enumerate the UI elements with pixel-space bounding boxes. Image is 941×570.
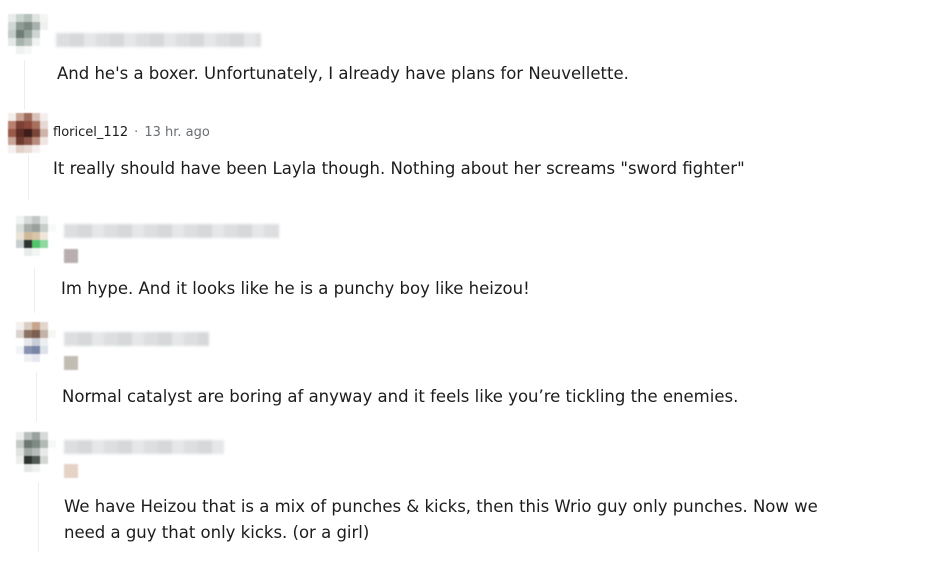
thread-line[interactable] [36,372,37,422]
thread-line[interactable] [24,60,25,110]
user-flair-icon [64,249,78,263]
avatar[interactable] [16,216,56,256]
timestamp[interactable]: 13 hr. ago [144,125,210,140]
comment-meta: floricel_112 · 13 hr. ago [53,125,210,140]
thread-line[interactable] [28,155,29,200]
comment-body: Normal catalyst are boring af anyway and… [62,387,739,406]
avatar[interactable] [16,432,56,472]
username-redacted[interactable] [64,440,224,454]
avatar[interactable] [16,322,56,362]
thread-line[interactable] [34,268,35,313]
comment-body: And he's a boxer. Unfortunately, I alrea… [57,64,629,83]
username-redacted[interactable] [56,33,261,47]
comment-thread: And he's a boxer. Unfortunately, I alrea… [0,0,941,570]
avatar[interactable] [8,113,48,153]
comment-body: It really should have been Layla though.… [53,159,745,178]
user-flair-icon [64,464,78,478]
username-link[interactable]: floricel_112 [53,125,128,140]
username-redacted[interactable] [64,332,209,346]
meta-separator: · [134,125,139,140]
avatar[interactable] [8,14,48,54]
comment-body: We have Heizou that is a mix of punches … [64,497,818,542]
thread-line[interactable] [38,482,39,552]
comment-body: Im hype. And it looks like he is a punch… [61,279,530,298]
user-flair-icon [64,356,78,370]
username-redacted[interactable] [64,224,279,238]
